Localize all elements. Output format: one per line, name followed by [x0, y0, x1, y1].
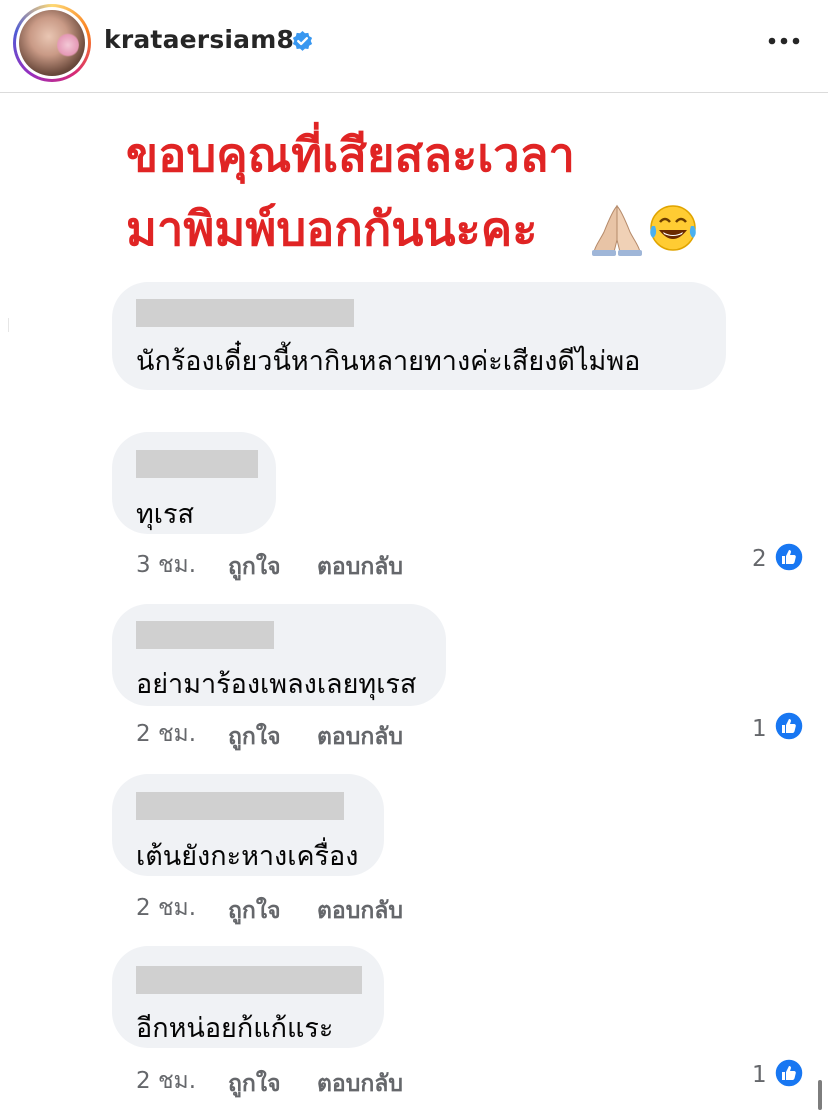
avatar-photo	[19, 10, 85, 76]
comment-bubble: นักร้องเดี๋ยวนี้หากินหลายทางค่ะเสียงดีไม…	[112, 282, 726, 390]
comment-text: อย่ามาร้องเพลงเลยทุเรส	[136, 669, 417, 700]
profile-avatar[interactable]	[13, 4, 91, 82]
comment-bubble: อย่ามาร้องเพลงเลยทุเรส	[112, 604, 446, 706]
comment-bubble: ทุเรส	[112, 432, 276, 534]
comment-text: นักร้องเดี๋ยวนี้หากินหลายทางค่ะเสียงดีไม…	[136, 346, 641, 377]
post-header: krataersiam8	[0, 0, 828, 93]
reply-button[interactable]: ตอบกลับ	[317, 893, 403, 929]
more-options-icon[interactable]	[767, 36, 801, 46]
commenter-name-blurred	[136, 792, 344, 820]
post-title-line1: ขอบคุณที่เสียสละเวลา	[126, 128, 575, 183]
comment-time: 2 ชม.	[136, 895, 197, 921]
like-button[interactable]: ถูกใจ	[228, 893, 281, 929]
like-button[interactable]: ถูกใจ	[228, 719, 281, 755]
comment-time: 2 ชม.	[136, 1068, 197, 1094]
like-count: 1	[752, 1062, 767, 1088]
like-reaction-icon[interactable]	[774, 542, 804, 572]
reply-button[interactable]: ตอบกลับ	[317, 719, 403, 755]
like-button[interactable]: ถูกใจ	[228, 549, 281, 585]
like-button[interactable]: ถูกใจ	[228, 1066, 281, 1102]
comment-time: 2 ชม.	[136, 721, 197, 747]
like-reaction-icon[interactable]	[774, 711, 804, 741]
reply-button[interactable]: ตอบกลับ	[317, 1066, 403, 1102]
comment-time: 3 ชม.	[136, 552, 197, 578]
post-title-line2: มาพิมพ์บอกกันนะคะ	[126, 202, 538, 257]
comment-bubble: อีกหน่อยก้แก้แระ	[112, 946, 384, 1048]
like-count: 1	[752, 716, 767, 742]
avatar-border	[16, 7, 88, 79]
comment-text: อีกหน่อยก้แก้แระ	[136, 1013, 334, 1044]
commenter-name-blurred	[136, 450, 258, 478]
commenter-name-blurred	[136, 621, 274, 649]
praying-hands-icon	[592, 204, 642, 256]
like-reaction-icon[interactable]	[774, 1058, 804, 1088]
like-count: 2	[752, 546, 767, 572]
username-link[interactable]: krataersiam8	[104, 25, 294, 54]
reply-button[interactable]: ตอบกลับ	[317, 549, 403, 585]
tears-of-joy-icon	[650, 205, 696, 251]
comment-text: เต้นยังกะหางเครื่อง	[136, 841, 359, 872]
commenter-name-blurred	[136, 299, 354, 327]
verified-badge-icon	[292, 30, 313, 51]
scrollbar-thumb[interactable]	[818, 1080, 822, 1110]
commenter-name-blurred	[136, 966, 362, 994]
comment-text: ทุเรส	[136, 499, 195, 530]
comment-bubble: เต้นยังกะหางเครื่อง	[112, 774, 384, 876]
edge-mark	[8, 318, 9, 332]
